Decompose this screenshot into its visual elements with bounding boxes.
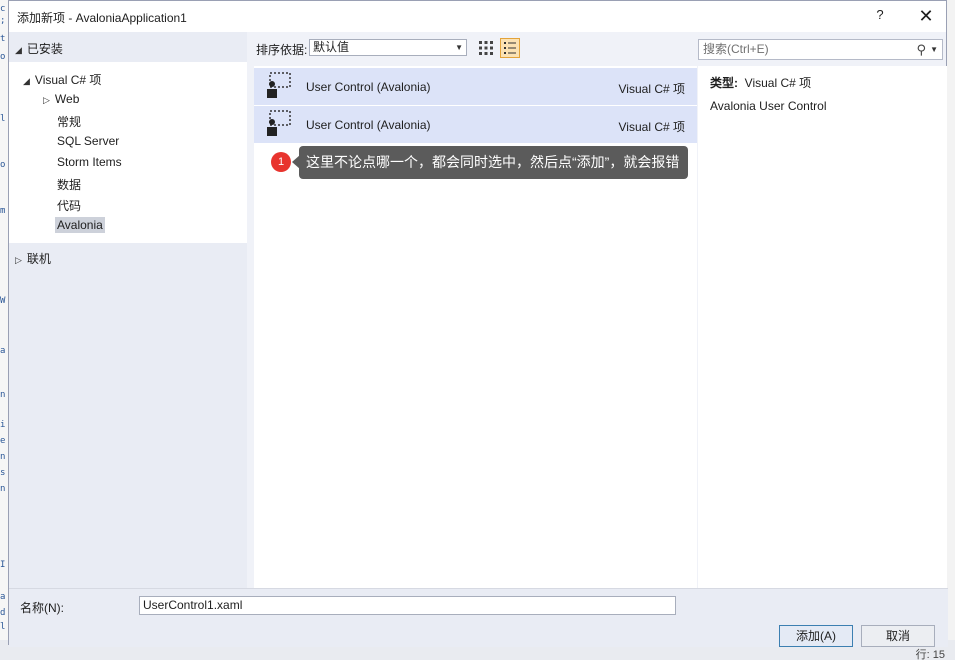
template-name: User Control (Avalonia) [306, 118, 431, 132]
sort-dropdown[interactable]: 默认值 ▼ [309, 39, 467, 56]
online-node[interactable]: ▷ 联机 [15, 250, 51, 267]
name-label: 名称(N): [20, 601, 64, 615]
chevron-down-icon[interactable]: ▼ [930, 40, 938, 59]
search-input[interactable]: 搜索(Ctrl+E) ⚲ ▼ [698, 39, 943, 60]
category-tree: ◢ Visual C# 项 ▷ Web 常规 SQL Server Storm It… [9, 62, 247, 243]
installed-label: 已安装 [26, 42, 63, 56]
add-button[interactable]: 添加(A) [779, 625, 853, 647]
sort-value: 默认值 [313, 40, 350, 54]
background-editor-right [947, 0, 955, 660]
close-button[interactable]: ✕ [911, 5, 941, 27]
help-button[interactable]: ? [869, 7, 891, 27]
details-panel: 类型: Visual C# 项 Avalonia User Control [698, 66, 947, 588]
tree-item-visual-csharp[interactable]: ◢ Visual C# 项 [23, 71, 101, 88]
name-field[interactable]: UserControl1.xaml [139, 596, 676, 615]
chevron-down-icon: ▼ [455, 43, 463, 52]
collapsed-triangle-icon[interactable]: ▷ [15, 255, 22, 266]
category-panel: ◢ 已安装 ◢ Visual C# 项 ▷ Web 常规 SQL Server Sto… [9, 32, 247, 588]
search-icon[interactable]: ⚲ [916, 40, 926, 59]
sort-label: 排序依据: [256, 43, 308, 57]
dialog-title: 添加新项 - AvaloniaApplication1 [17, 11, 187, 25]
template-language: Visual C# 项 [618, 82, 685, 96]
tree-item-general[interactable]: 常规 [57, 113, 81, 130]
expanded-triangle-icon[interactable]: ◢ [15, 45, 22, 56]
template-description: Avalonia User Control [710, 99, 827, 113]
type-value: Visual C# 项 [744, 76, 812, 90]
search-placeholder: 搜索(Ctrl+E) [703, 42, 769, 56]
template-name: User Control (Avalonia) [306, 80, 431, 94]
tree-item-code[interactable]: 代码 [57, 197, 81, 214]
tree-item-storm-items[interactable]: Storm Items [57, 155, 122, 169]
grid-view-icon[interactable] [477, 39, 495, 57]
type-row: 类型: Visual C# 项 [710, 74, 811, 91]
cancel-button[interactable]: 取消 [861, 625, 935, 647]
annotation-callout: 这里不论点哪一个，都会同时选中，然后点“添加”，就会报错 [299, 146, 689, 179]
tree-item-label: Visual C# 项 [34, 73, 102, 87]
type-label: 类型: [710, 76, 738, 90]
template-item[interactable]: User Control (Avalonia) Visual C# 项 [254, 68, 697, 105]
tree-item-avalonia[interactable]: Avalonia [55, 217, 105, 233]
template-language: Visual C# 项 [618, 120, 685, 134]
bottom-bar: 名称(N): UserControl1.xaml 添加(A) 取消 [9, 588, 948, 647]
list-view-button[interactable] [500, 38, 520, 58]
template-item[interactable]: User Control (Avalonia) Visual C# 项 [254, 106, 697, 143]
expanded-triangle-icon[interactable]: ◢ [23, 76, 30, 87]
installed-node[interactable]: ◢ 已安装 [15, 40, 63, 57]
list-view-icon [504, 42, 516, 54]
add-new-item-dialog: 添加新项 - AvaloniaApplication1 ? ✕ ◢ 已安装 ◢ Vi… [8, 0, 948, 647]
sort-toolbar: 排序依据: 默认值 ▼ [254, 32, 698, 64]
tree-item-label: Web [54, 92, 80, 106]
tree-item-sql-server[interactable]: SQL Server [57, 134, 119, 148]
user-control-icon [267, 72, 291, 98]
dialog-title-bar: 添加新项 - AvaloniaApplication1 ? ✕ [9, 1, 946, 32]
online-label: 联机 [26, 252, 51, 266]
callout-number-badge: 1 [271, 152, 291, 172]
tree-item-data[interactable]: 数据 [57, 176, 81, 193]
tree-item-web[interactable]: ▷ Web [43, 92, 79, 106]
user-control-icon [267, 110, 291, 136]
collapsed-triangle-icon[interactable]: ▷ [43, 95, 50, 106]
template-list: User Control (Avalonia) Visual C# 项 User… [254, 66, 697, 588]
